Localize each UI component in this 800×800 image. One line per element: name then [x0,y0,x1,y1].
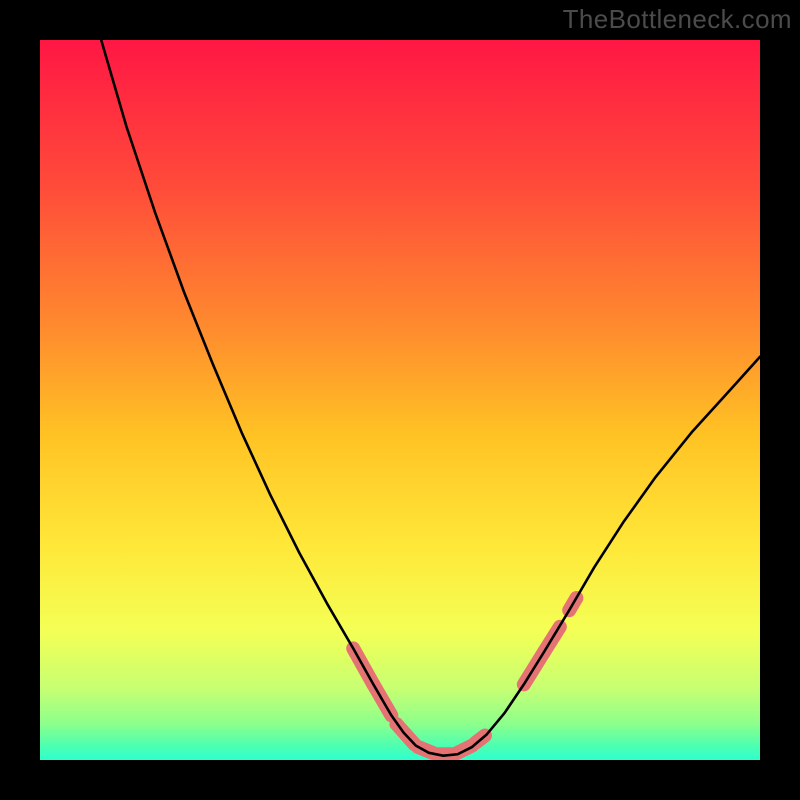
bottleneck-chart [0,0,800,800]
watermark-label: TheBottleneck.com [563,4,792,35]
chart-container: TheBottleneck.com [0,0,800,800]
plot-background [40,40,760,760]
